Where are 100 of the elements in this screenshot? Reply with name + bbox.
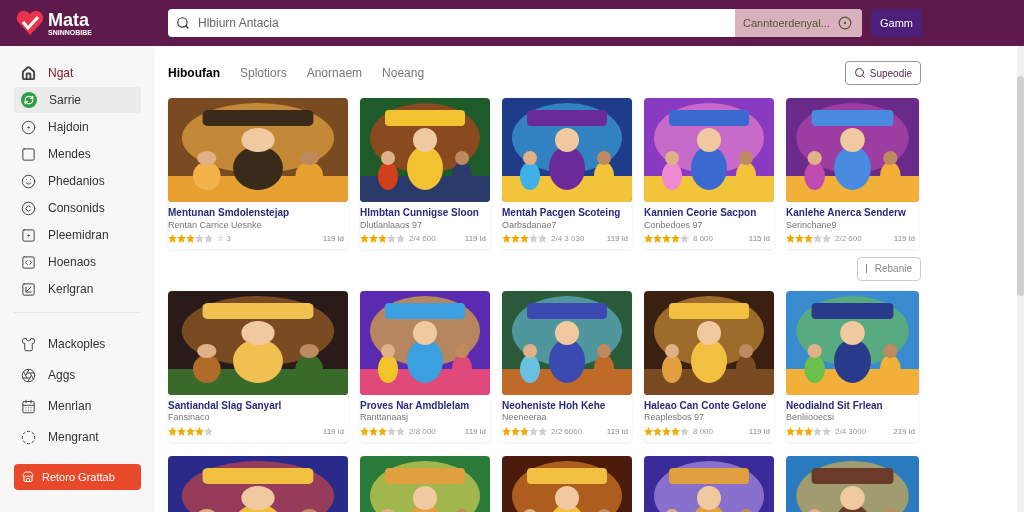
- tab[interactable]: Hiboufan: [168, 64, 220, 82]
- download-count: 119 ld: [606, 425, 629, 438]
- game-card[interactable]: Mentunan Smdolenstejap Rentan Carrice Uesnke ☆ 3 119 ld: [168, 98, 348, 249]
- home-icon: [21, 65, 36, 81]
- sidebar-item[interactable]: Mackoples: [14, 331, 141, 357]
- game-card[interactable]: Haleao Can Conte Gelone Reaplesbos 97 8 000 119 ld: [644, 290, 774, 442]
- download-count: 119 ld: [748, 425, 771, 438]
- filled-star-icon: [520, 427, 529, 436]
- filled-star-icon: [511, 427, 520, 436]
- sidebar-item[interactable]: Mengrant: [14, 424, 141, 450]
- game-title: Santiandal Slag Sanyarl: [168, 399, 283, 413]
- logo-name: Mata: [48, 10, 90, 29]
- filter-dropdown[interactable]: Canntoerdenyal...: [735, 9, 862, 37]
- rating-text: 8 000: [693, 425, 714, 438]
- filled-star-icon: [378, 234, 387, 244]
- filled-star-icon: [177, 234, 186, 244]
- empty-star-icon: [822, 234, 831, 244]
- download-count: 119 ld: [464, 232, 487, 245]
- dashed-circle-icon: [21, 429, 36, 445]
- download-count: 119 ld: [606, 232, 629, 245]
- download-count: 115 ld: [748, 232, 771, 245]
- sidebar-item[interactable]: Kerlgran: [14, 276, 141, 302]
- sidebar-item[interactable]: Menrlan: [14, 393, 141, 419]
- download-count: 119 ld: [322, 232, 345, 245]
- refresh-icon: [21, 92, 37, 108]
- empty-star-icon: [529, 234, 538, 244]
- download-count: 119 ld: [322, 425, 345, 438]
- game-card[interactable]: Mentah Pacgen Scoteing Oarbsdanae7 2/4 3 030 119 ld: [502, 98, 632, 249]
- calendar-icon: [21, 398, 36, 414]
- game-card[interactable]: Neodialnd Sit Frlean Benliiooecsi 2/4 3000 219 ld: [786, 290, 919, 442]
- filled-star-icon: [804, 427, 813, 436]
- game-card[interactable]: Hlmbtan Cunnigse Sloon Dlutlanlaaos 97 2/4 600 119 ld: [360, 98, 490, 249]
- sidebar-item[interactable]: Hoenaos: [14, 249, 141, 275]
- filled-star-icon: [502, 234, 511, 244]
- game-title: Hlmbtan Cunnigse Sloon: [360, 207, 480, 220]
- game-title: Neoheniste Hoh Kehe: [502, 399, 607, 413]
- tab[interactable]: Noeang: [382, 64, 425, 82]
- copyright-icon: [21, 200, 36, 216]
- sidebar-item[interactable]: Hajdoin: [14, 114, 141, 140]
- rating-text: 2/4 3 030: [551, 232, 585, 245]
- filled-star-icon: [168, 427, 177, 436]
- game-card[interactable]: Kanlehe Anerca Senderw Serinchane9 2/2 600 119 ld: [786, 98, 919, 249]
- search-button[interactable]: Supeodie: [844, 61, 921, 85]
- game-subtitle: Conbedoes 97: [644, 219, 704, 231]
- rating-text: 2/4 3000: [835, 425, 867, 438]
- games-button[interactable]: Gamm: [871, 9, 922, 37]
- store-icon: [22, 471, 34, 483]
- game-subtitle: Oarbsdanae7: [502, 219, 558, 231]
- sidebar-item[interactable]: Consonids: [14, 195, 141, 221]
- rating-text: 2/4 600: [409, 232, 436, 245]
- empty-star-icon: [813, 234, 822, 244]
- game-card[interactable]: Neoheniste Hoh Kehe Neeneeraa 2/2 6060 119 ld: [502, 290, 632, 442]
- search-icon: [853, 67, 866, 79]
- game-title: Haleao Can Conte Gelone: [644, 399, 768, 413]
- square-icon: [21, 146, 36, 162]
- scrollbar[interactable]: [1017, 46, 1024, 512]
- empty-star-icon: [387, 234, 396, 244]
- filled-star-icon: [662, 234, 671, 244]
- game-subtitle: Ranttanaasj: [360, 412, 410, 424]
- game-card[interactable]: Kannien Ceorie Sacpon Conbedoes 97 8 600 115 ld: [644, 98, 774, 249]
- sidebar-item[interactable]: Mendes: [14, 141, 141, 167]
- empty-star-icon: [680, 234, 689, 244]
- filled-star-icon: [795, 427, 804, 436]
- sidebar-item[interactable]: Ngat: [14, 60, 141, 86]
- tab[interactable]: Splotiors: [240, 64, 287, 82]
- filled-star-icon: [186, 427, 195, 436]
- download-count: 119 ld: [893, 232, 916, 245]
- filled-star-icon: [786, 234, 795, 244]
- filled-star-icon: [502, 427, 511, 436]
- search-field[interactable]: Hlbiurn Antacia Canntoerdenyal...: [168, 9, 862, 37]
- sidebar-item[interactable]: Phedanios: [14, 168, 141, 194]
- empty-star-icon: [195, 234, 204, 244]
- game-title: Mentah Pacgen Scoteing: [502, 207, 622, 220]
- game-subtitle: Rentan Carrice Uesnke: [168, 219, 263, 231]
- action-button[interactable]: Retoro Grattab: [14, 464, 141, 490]
- circle-dot-icon: [837, 16, 852, 30]
- more-button[interactable]: Rebanie: [856, 256, 921, 281]
- filled-star-icon: [644, 427, 653, 436]
- game-card[interactable]: Proves Nar Amdblelam Ranttanaasj 2/8 000 119 ld: [360, 290, 490, 442]
- rating-text: 2/2 6060: [551, 425, 583, 438]
- download-count: 119 ld: [464, 425, 487, 438]
- empty-star-icon: [538, 234, 547, 244]
- game-subtitle: Benliiooecsi: [786, 412, 836, 424]
- game-title: Kanlehe Anerca Senderw: [786, 207, 907, 220]
- filled-star-icon: [786, 427, 795, 436]
- game-card[interactable]: Santiandal Slag Sanyarl Fansinaco 119 ld: [168, 290, 348, 442]
- filled-star-icon: [511, 234, 520, 244]
- filled-star-icon: [168, 234, 177, 244]
- rating-text: ☆ 3: [217, 232, 231, 245]
- sidebar-item[interactable]: Pleemidran: [14, 222, 141, 248]
- filled-star-icon: [671, 234, 680, 244]
- sidebar-item[interactable]: Sarrie: [14, 87, 141, 113]
- square-code-icon: [21, 254, 36, 270]
- search-icon: [176, 16, 190, 30]
- circle-dot-icon: [21, 119, 36, 135]
- filled-star-icon: [360, 234, 369, 244]
- game-subtitle: Reaplesbos 97: [644, 412, 706, 424]
- sidebar-item[interactable]: Aggs: [14, 362, 141, 388]
- tab[interactable]: Anornaem: [306, 64, 363, 82]
- game-subtitle: Dlutlanlaaos 97: [360, 219, 424, 231]
